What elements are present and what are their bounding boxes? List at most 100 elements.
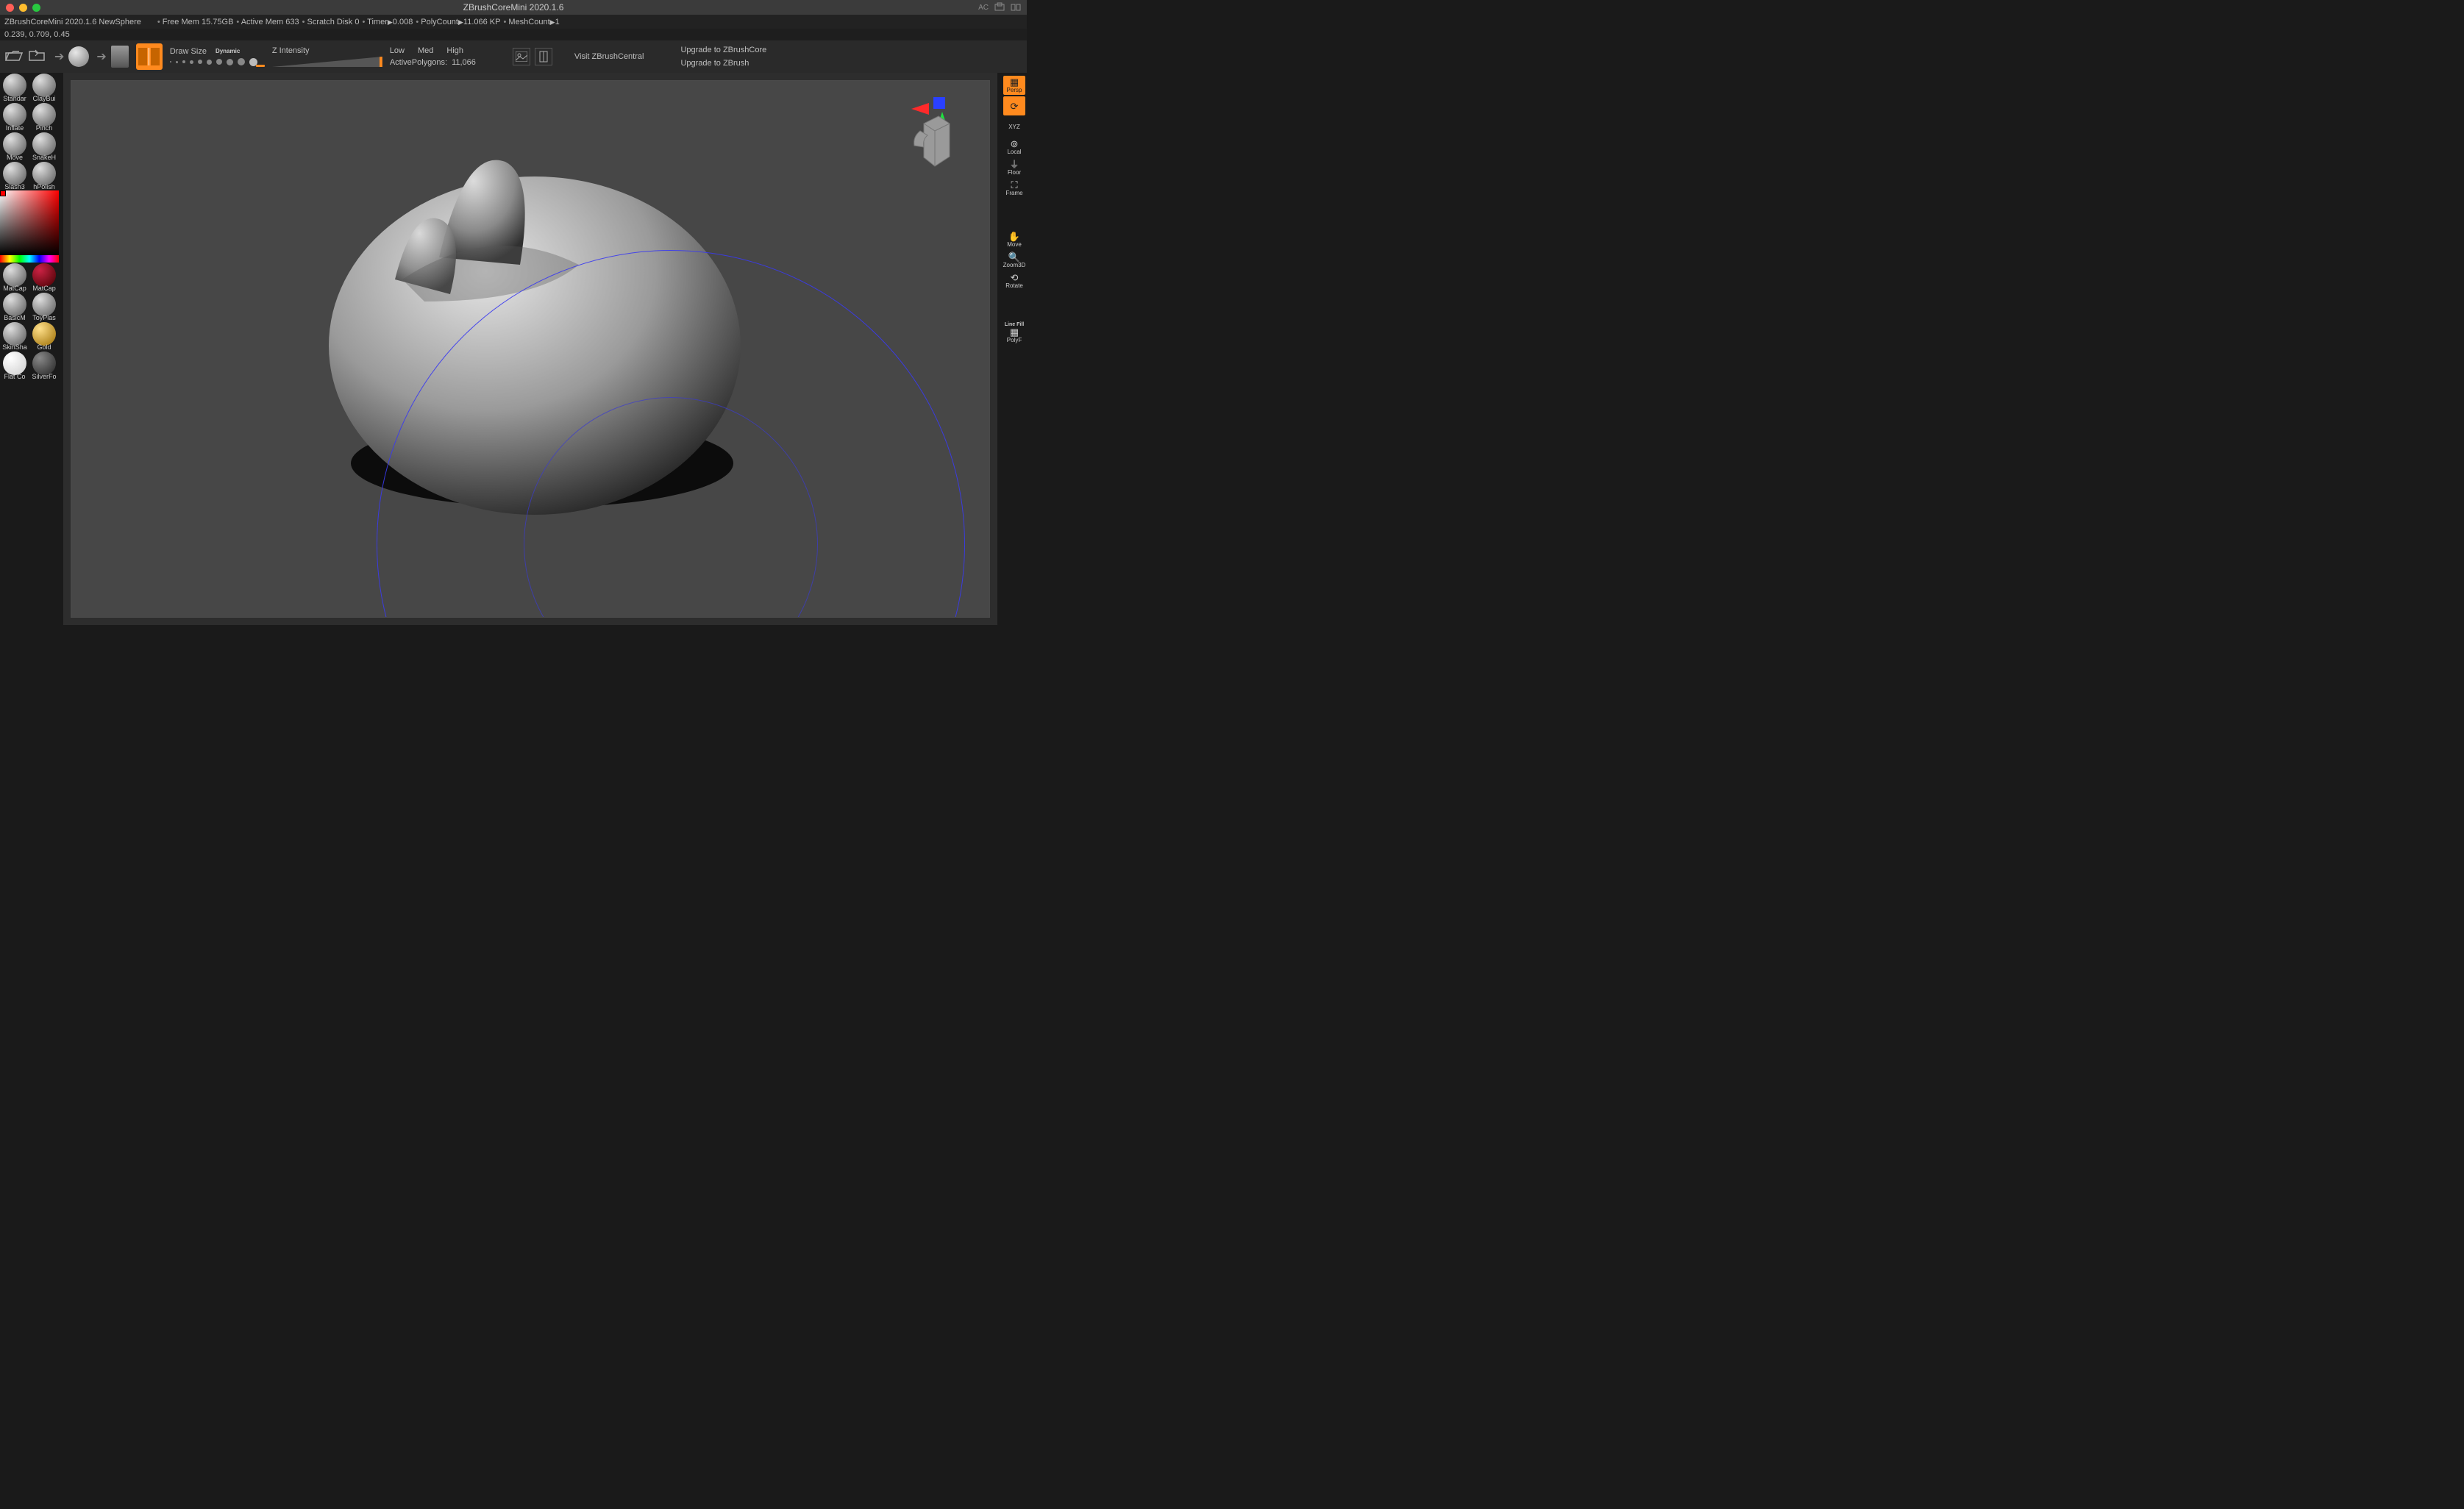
z-intensity-label: Z Intensity xyxy=(272,46,382,55)
sphere-primitive-button[interactable] xyxy=(68,46,89,67)
primitive-sphere-group: ➔ xyxy=(54,46,89,67)
material-toyplas[interactable]: ToyPlas xyxy=(29,292,59,321)
active-polygons-label: ActivePolygons: xyxy=(390,58,447,67)
titlebar-right: AC xyxy=(978,2,1021,13)
zoom3d-button[interactable]: 🔍Zoom3D xyxy=(1003,251,1025,270)
material-label: SilverFo xyxy=(29,373,59,380)
rotate-button[interactable]: ⟲Rotate xyxy=(1003,271,1025,290)
active-polygons-value: 11,066 xyxy=(452,58,476,67)
box-primitive-button[interactable] xyxy=(111,46,129,68)
scratch-disk: Scratch Disk 0 xyxy=(302,18,360,26)
save-icon[interactable] xyxy=(28,49,47,65)
material-basicm[interactable]: BasicM xyxy=(0,292,29,321)
material-icon xyxy=(32,352,56,375)
material-label: MatCap xyxy=(29,285,59,292)
quality-med[interactable]: Med xyxy=(418,46,433,55)
open-icon[interactable] xyxy=(4,49,24,65)
menu-icon-1[interactable] xyxy=(994,2,1005,13)
brush-pinch[interactable]: Pinch xyxy=(29,102,59,132)
app-name: ZBrushCoreMini 2020.1.6 NewSphere xyxy=(4,18,141,26)
z-intensity-control[interactable]: Z Intensity xyxy=(272,46,382,67)
magnifier-icon: 🔍 xyxy=(1008,252,1020,262)
quality-high[interactable]: High xyxy=(446,46,463,55)
material-label: Flat Co xyxy=(0,373,29,380)
right-panel: ▦Persp ⟳ XYZ ⊚Local ⏚Floor ⛶Frame ✋Move … xyxy=(1002,73,1027,342)
orientation-gizmo[interactable] xyxy=(898,87,979,175)
material-label: BasicM xyxy=(0,314,29,321)
material-icon xyxy=(3,352,26,375)
zoom-icon[interactable] xyxy=(32,4,40,12)
color-picker[interactable] xyxy=(0,190,59,263)
titlebar: ZBrushCoreMini 2020.1.6 AC xyxy=(0,0,1027,15)
z-intensity-slider[interactable] xyxy=(272,57,382,67)
persp-button[interactable]: ▦Persp xyxy=(1003,76,1025,95)
menu-icon-2[interactable] xyxy=(1011,2,1021,13)
local-icon: ⊚ xyxy=(1011,139,1019,149)
brush-icon xyxy=(3,162,26,185)
upgrade-zbrush-link[interactable]: Upgrade to ZBrush xyxy=(680,59,766,68)
window-title: ZBrushCoreMini 2020.1.6 xyxy=(463,2,564,13)
viewport-inner[interactable] xyxy=(71,80,990,618)
material-palette: MatCapMatCap BasicMToyPlasSkinShaGold Flat… xyxy=(0,263,59,380)
brush-claybui[interactable]: ClayBui xyxy=(29,73,59,102)
draw-size-control[interactable]: Draw Size Dynamic xyxy=(170,47,265,67)
visit-zbrushcentral-link[interactable]: Visit ZBrushCentral xyxy=(574,52,644,61)
brush-icon xyxy=(32,132,56,156)
polyf-button[interactable]: Line Fill▦PolyF xyxy=(1003,323,1025,342)
floor-icon: ⏚ xyxy=(1009,160,1019,169)
brush-hpolish[interactable]: hPolish xyxy=(29,161,59,190)
floor-button[interactable]: ⏚Floor xyxy=(1003,158,1025,177)
brush-palette: StandarClayBuiInflatePinchMoveSnakeHSlas… xyxy=(0,73,59,190)
brush-label: Pinch xyxy=(29,124,59,132)
material-matcap[interactable]: MatCap xyxy=(29,263,59,292)
material-icon xyxy=(32,263,56,287)
quality-group: Low Med High ActivePolygons: 11,066 xyxy=(390,46,476,67)
brush-standar[interactable]: Standar xyxy=(0,73,29,102)
brush-move[interactable]: Move xyxy=(0,132,29,161)
rotate-icon: ⟳ xyxy=(1011,101,1019,111)
material-label: Gold xyxy=(29,343,59,351)
3dprint-export-icon[interactable] xyxy=(535,48,552,65)
grid-icon: ▦ xyxy=(1010,77,1019,87)
left-panel: StandarClayBuiInflatePinchMoveSnakeHSlas… xyxy=(0,73,59,380)
close-icon[interactable] xyxy=(6,4,14,12)
dynamic-label: Dynamic xyxy=(216,48,240,54)
brush-snakeh[interactable]: SnakeH xyxy=(29,132,59,161)
coords-readout: 0.239, 0.709, 0.45 xyxy=(0,29,1027,40)
brush-icon xyxy=(3,103,26,126)
ac-label: AC xyxy=(978,4,989,12)
color-picker-cursor[interactable] xyxy=(0,190,6,196)
hue-slider[interactable] xyxy=(0,255,59,263)
brush-inflate[interactable]: Inflate xyxy=(0,102,29,132)
quality-low[interactable]: Low xyxy=(390,46,405,55)
rotate-mode-button[interactable]: ⟳ xyxy=(1003,96,1025,115)
material-silverfo[interactable]: SilverFo xyxy=(29,351,59,380)
info-strip: ZBrushCoreMini 2020.1.6 NewSphere Free M… xyxy=(0,15,1027,29)
mesh-icon: ▦ xyxy=(1010,327,1019,337)
xyz-button[interactable]: XYZ xyxy=(1003,117,1025,136)
active-mem: Active Mem 633 xyxy=(236,18,299,26)
polycount: PolyCount▶11.066 KP xyxy=(416,18,500,26)
upgrade-core-link[interactable]: Upgrade to ZBrushCore xyxy=(680,46,766,54)
minimize-icon[interactable] xyxy=(19,4,27,12)
brush-slash3[interactable]: Slash3 xyxy=(0,161,29,190)
material-skinsha[interactable]: SkinSha xyxy=(0,321,29,351)
upgrade-links: Upgrade to ZBrushCore Upgrade to ZBrush xyxy=(680,46,766,68)
file-group xyxy=(4,49,47,65)
arrow-icon: ➔ xyxy=(96,49,106,64)
timer: Timer▶0.008 xyxy=(362,18,413,26)
local-button[interactable]: ⊚Local xyxy=(1003,138,1025,157)
draw-size-slider[interactable] xyxy=(170,57,265,67)
material-icon xyxy=(32,293,56,316)
frame-button[interactable]: ⛶Frame xyxy=(1003,179,1025,198)
move-button[interactable]: ✋Move xyxy=(1003,230,1025,249)
image-export-icon[interactable] xyxy=(513,48,530,65)
viewport[interactable] xyxy=(63,73,997,625)
material-icon xyxy=(3,263,26,287)
symmetry-button[interactable] xyxy=(136,43,163,70)
material-gold[interactable]: Gold xyxy=(29,321,59,351)
material-label: MatCap xyxy=(0,285,29,292)
material-flat co[interactable]: Flat Co xyxy=(0,351,29,380)
material-matcap[interactable]: MatCap xyxy=(0,263,29,292)
hand-icon: ✋ xyxy=(1008,232,1020,241)
